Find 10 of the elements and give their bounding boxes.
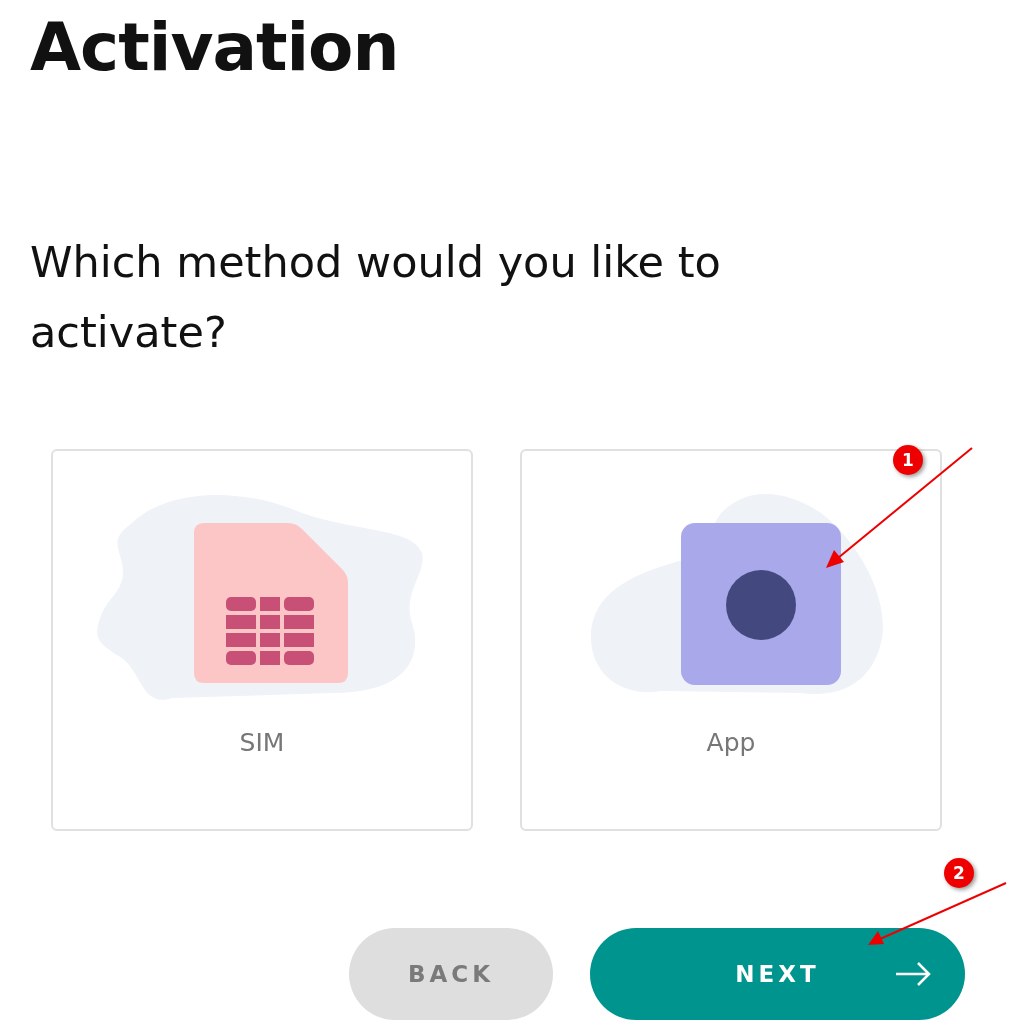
method-card[interactable]: SIM — [51, 448, 473, 831]
question-text: Which method would you like to activate? — [30, 235, 722, 359]
next-button[interactable]: NEXT — [590, 927, 965, 1020]
method-label: App — [706, 727, 756, 757]
annotation-badge: 2 — [944, 858, 974, 888]
annotation-badge: 1 — [893, 445, 923, 475]
back-button[interactable]: BACK — [349, 927, 553, 1020]
page-title: Activation — [30, 12, 400, 85]
arrow-right-icon — [895, 961, 931, 986]
method-label: SIM — [239, 727, 285, 757]
